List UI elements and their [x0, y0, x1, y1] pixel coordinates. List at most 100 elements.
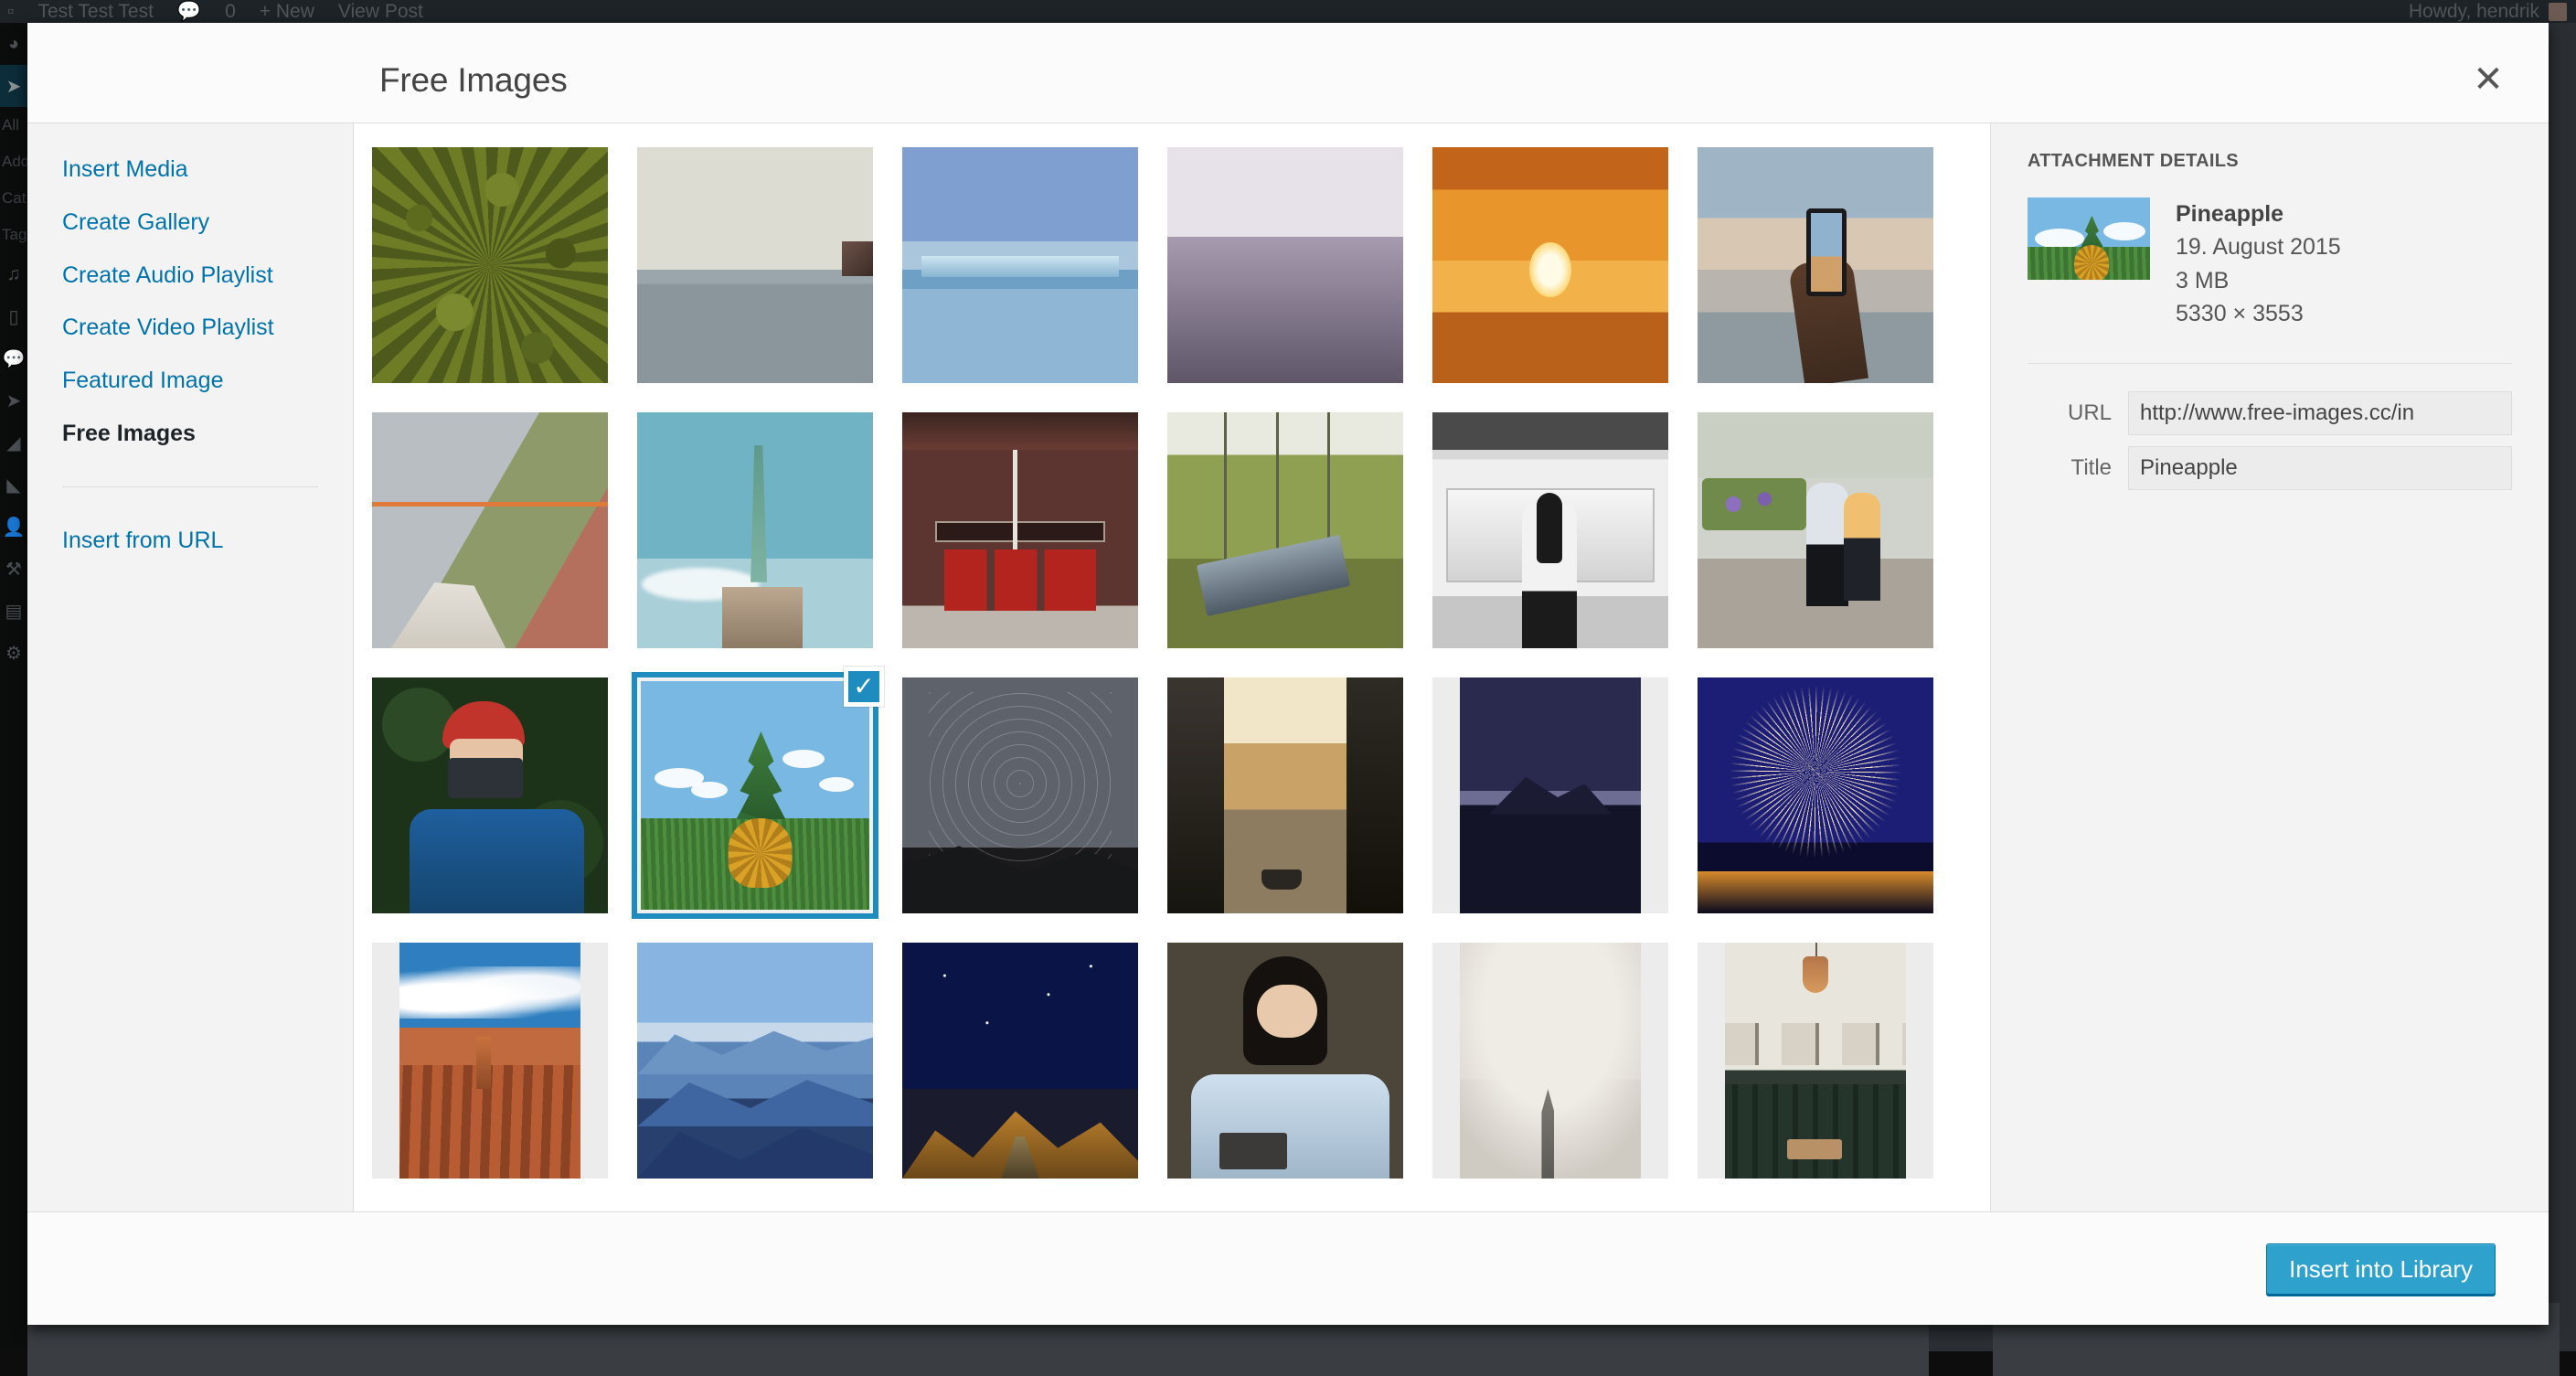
sidebar-item-appearance[interactable]: ◣: [0, 464, 27, 506]
modal-footer: Insert into Library: [27, 1211, 2549, 1325]
menu-item-create-audio-playlist[interactable]: Create Audio Playlist: [27, 250, 353, 303]
thumbnail-image: [1167, 943, 1403, 1179]
attachment-dimensions: 5330 × 3553: [2176, 297, 2341, 330]
thumbnail-image: [1167, 412, 1403, 648]
comment-icon[interactable]: 💬: [177, 1, 201, 23]
attachment-details-heading: ATTACHMENT DETAILS: [2028, 151, 2512, 172]
users-icon: 👤: [3, 516, 26, 539]
attachment-sunset-heart-hands[interactable]: ✓: [1432, 147, 1668, 383]
page-title: Free Images: [379, 61, 568, 100]
attachment-rooftop-legs-city[interactable]: ✓: [372, 412, 608, 648]
thumbnail-image: [637, 943, 873, 1179]
sidebar-item-add-new[interactable]: Add: [0, 144, 27, 180]
sidebar-item-users[interactable]: 👤: [0, 506, 27, 548]
attachment-filesize: 3 MB: [2176, 264, 2341, 297]
sidebar-item-media[interactable]: ♫: [0, 253, 27, 295]
new-content-button[interactable]: + New: [260, 1, 314, 23]
url-field-label: URL: [2028, 400, 2128, 426]
attachment-foggy-church-spire[interactable]: ✓: [1432, 943, 1668, 1179]
title-field-label: Title: [2028, 455, 2128, 481]
wp-admin-bar[interactable]: ▫ Test Test Test 💬 0 + New View Post How…: [0, 0, 2576, 23]
attachment-cafe-interior-lamp[interactable]: ✓: [1698, 943, 1933, 1179]
attachment-pineapple-in-grass[interactable]: ✓: [637, 677, 873, 913]
attachment-fireworks-over-city[interactable]: ✓: [1698, 677, 1933, 913]
thumbnail-image: [1698, 412, 1933, 648]
attachment-night-desert-road[interactable]: ✓: [902, 943, 1138, 1179]
attachment-massey-hall-facade[interactable]: ✓: [902, 412, 1138, 648]
thumbnail-image: [372, 943, 608, 1179]
attachments-grid: ✓ ✓ ✓ ✓ ✓: [354, 123, 1990, 1208]
thumbnail-image: [1432, 412, 1668, 648]
attachment-aerial-forest-canopy[interactable]: ✓: [372, 147, 608, 383]
background-panel-left: [27, 1321, 1929, 1376]
thumbnail-image: [1698, 943, 1933, 1179]
attachment-star-trails-night-sky[interactable]: ✓: [902, 677, 1138, 913]
attachment-filename: Pineapple: [2176, 197, 2341, 230]
sidebar-item-plugins[interactable]: ◢: [0, 421, 27, 464]
attachment-woman-reading-book[interactable]: ✓: [1167, 943, 1403, 1179]
details-separator: [2028, 363, 2512, 364]
sidebar-item-all-posts[interactable]: All: [0, 107, 27, 144]
thumbnail-image: [902, 677, 1138, 913]
insert-into-library-button[interactable]: Insert into Library: [2266, 1243, 2496, 1295]
sidebar-item-comments[interactable]: 💬: [0, 337, 27, 379]
wp-logo-icon[interactable]: ▫: [7, 1, 14, 23]
menu-separator: [62, 486, 318, 487]
sidebar-item-pin[interactable]: ➤: [0, 379, 27, 421]
thumbnail-image: [1432, 147, 1668, 383]
thumbnail-image: [902, 147, 1138, 383]
thumbnail-image: [1698, 147, 1933, 383]
menu-item-insert-from-url[interactable]: Insert from URL: [27, 515, 353, 568]
settings-gear-icon: ⚙: [5, 642, 22, 665]
attachment-details-summary: Pineapple 19. August 2015 3 MB 5330 × 35…: [2028, 197, 2512, 330]
wp-admin-sidebar[interactable]: ◕ ➤ All Add Cat Tag ♫ ▯ 💬 ➤ ◢: [0, 23, 27, 1351]
media-modal: Free Images ✕ Insert Media Create Galler…: [27, 23, 2549, 1325]
appearance-icon: ◣: [6, 474, 20, 496]
menu-item-free-images[interactable]: Free Images: [27, 408, 353, 461]
attachment-photographer-red-beanie[interactable]: ✓: [372, 677, 608, 913]
site-name[interactable]: Test Test Test: [37, 1, 153, 23]
howdy-greeting: Howdy, hendrik: [2409, 1, 2539, 23]
comments-icon: 💬: [3, 347, 26, 370]
menu-item-insert-media[interactable]: Insert Media: [27, 144, 353, 197]
menu-item-create-video-playlist[interactable]: Create Video Playlist: [27, 302, 353, 355]
sidebar-item-categories[interactable]: Cat: [0, 180, 27, 217]
attachment-statue-of-liberty[interactable]: ✓: [637, 412, 873, 648]
sidebar-item-seo[interactable]: ▤: [0, 590, 27, 632]
modal-header: Free Images ✕: [27, 23, 2549, 123]
attachment-night-mountain-lake[interactable]: ✓: [1432, 677, 1668, 913]
attachment-couple-on-street[interactable]: ✓: [1698, 412, 1933, 648]
title-input[interactable]: [2128, 446, 2512, 490]
menu-item-create-gallery[interactable]: Create Gallery: [27, 197, 353, 250]
attachments-browser[interactable]: ✓ ✓ ✓ ✓ ✓: [354, 123, 1991, 1211]
sidebar-item-posts[interactable]: ➤: [0, 65, 27, 107]
attachment-date: 19. August 2015: [2176, 230, 2341, 263]
attachment-bryce-canyon-hoodoos[interactable]: ✓: [372, 943, 608, 1179]
pages-icon: ▯: [8, 305, 18, 328]
attachment-canal-boat-alley[interactable]: ✓: [1167, 677, 1403, 913]
account-menu[interactable]: Howdy, hendrik: [2409, 1, 2567, 23]
sidebar-item-settings[interactable]: ⚙: [0, 632, 27, 674]
thumbnail-image: [902, 412, 1138, 648]
attachment-mountain-peaks-dusk[interactable]: ✓: [1167, 147, 1403, 383]
attachment-blue-layered-mountains[interactable]: ✓: [637, 943, 873, 1179]
sidebar-subitem-label: Tag: [2, 226, 27, 244]
modal-body: Insert Media Create Gallery Create Audio…: [27, 123, 2549, 1211]
close-icon[interactable]: ✕: [2464, 56, 2512, 103]
attachment-phone-photo-beach[interactable]: ✓: [1698, 147, 1933, 383]
sidebar-item-pages[interactable]: ▯: [0, 295, 27, 337]
checkmark-icon[interactable]: ✓: [844, 667, 884, 707]
attachment-woman-waiting-train[interactable]: ✓: [1432, 412, 1668, 648]
attachment-empty-playground-swings[interactable]: ✓: [1167, 412, 1403, 648]
thumbnail-image: [1432, 677, 1668, 913]
modal-menu[interactable]: Insert Media Create Gallery Create Audio…: [27, 123, 354, 1211]
sidebar-item-tags[interactable]: Tag: [0, 217, 27, 253]
sidebar-item-tools[interactable]: ⚒: [0, 548, 27, 590]
attachment-preview-thumbnail: [2028, 197, 2150, 280]
menu-item-featured-image[interactable]: Featured Image: [27, 355, 353, 408]
attachment-iceberg-blue-water[interactable]: ✓: [902, 147, 1138, 383]
url-input[interactable]: [2128, 391, 2512, 435]
sidebar-item-appearance-palette[interactable]: ◕: [0, 23, 27, 65]
attachment-misty-lake-horizon[interactable]: ✓: [637, 147, 873, 383]
view-post-link[interactable]: View Post: [338, 1, 423, 23]
